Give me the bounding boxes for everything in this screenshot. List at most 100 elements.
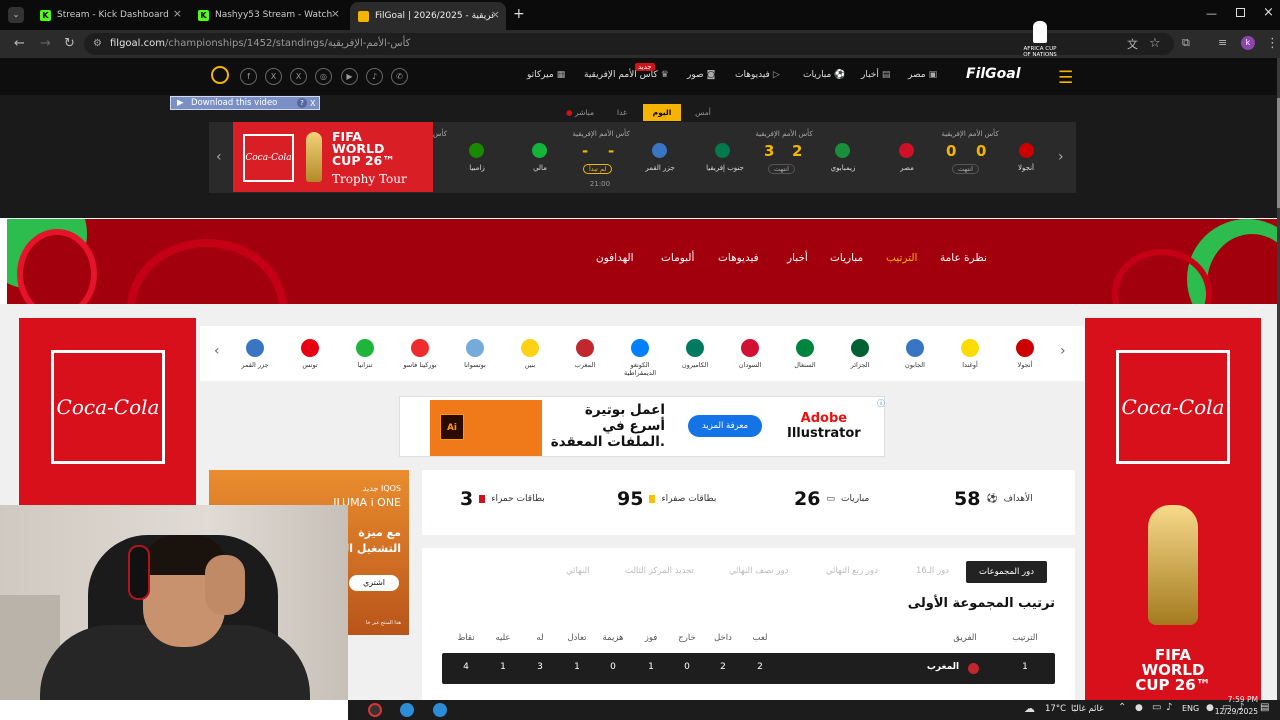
nav-matches[interactable]: مباريات ⚽ <box>803 70 846 80</box>
url-field[interactable]: ⚙ filgoal.com/championships/1452/standin… <box>84 33 1174 55</box>
team-name: تونس <box>302 361 318 369</box>
facebook-icon[interactable]: f <box>240 68 257 85</box>
tab-stream[interactable]: K Nashyy53 Stream - Watch Live × <box>190 4 346 26</box>
nav-news[interactable]: أخبار ▤ <box>861 70 890 80</box>
network-icon[interactable]: ▭ <box>1152 702 1161 713</box>
tab-tomorrow[interactable]: غدا <box>603 104 641 121</box>
tab-list-icon[interactable]: ⌄ <box>8 7 24 23</box>
app-icon[interactable] <box>400 703 414 717</box>
app-icon[interactable] <box>368 703 382 717</box>
chevron-right-icon[interactable]: › <box>1058 149 1064 165</box>
download-video-button[interactable]: ▶ Download this video ? X <box>170 96 320 110</box>
nav-mercato[interactable]: ميركاتو ▦ <box>527 70 565 80</box>
tiktok-icon[interactable]: ♪ <box>366 68 383 85</box>
chevron-left-icon[interactable]: ‹ <box>214 343 220 359</box>
team-item[interactable]: الكونغو الديمقراطية <box>615 339 665 377</box>
nav-egypt[interactable]: مصر ▣ <box>908 70 937 80</box>
team-item[interactable]: تنزانيا <box>340 339 390 369</box>
clock-time[interactable]: 7:59 PM <box>1203 695 1258 704</box>
table-row[interactable]: 1 المغرب 2 2 0 1 0 1 3 1 4 <box>442 653 1055 684</box>
filgoal-logo[interactable]: FilGoal <box>966 66 1021 82</box>
notifications-icon[interactable]: ▤ <box>1260 702 1269 713</box>
profile-avatar[interactable]: k <box>1241 36 1255 50</box>
chevron-right-icon[interactable]: › <box>1060 343 1066 359</box>
extensions-icon[interactable]: ⧉ <box>1182 36 1190 50</box>
x-icon[interactable]: X <box>290 68 307 85</box>
nav-videos[interactable]: فيديوهات ▷ <box>735 70 780 80</box>
tab-live[interactable]: ● مباشر <box>560 104 600 121</box>
team-item[interactable]: بنين <box>505 339 555 369</box>
forward-icon[interactable]: → <box>40 36 51 51</box>
ad-info-icon[interactable]: ⓘ <box>877 398 885 409</box>
round-semi[interactable]: دور نصف النهائي <box>729 566 788 576</box>
round-group-stage[interactable]: دور المجموعات <box>966 561 1048 583</box>
x-icon[interactable]: X <box>265 68 282 85</box>
close-icon[interactable]: × <box>173 7 182 20</box>
site-info-icon[interactable]: ⚙ <box>93 33 102 55</box>
minimize-icon[interactable]: — <box>1206 7 1217 20</box>
section-albums[interactable]: ألبومات <box>661 252 694 264</box>
trophy-tour-ad[interactable]: Coca-Cola FIFA WORLD CUP 26™ Trophy Tour <box>233 122 433 192</box>
section-videos[interactable]: فيديوهات <box>718 252 759 264</box>
section-matches[interactable]: مباريات <box>830 252 863 264</box>
clock-date[interactable]: 12/29/2025 <box>1203 707 1258 716</box>
volume-icon[interactable]: ♪ <box>1166 702 1172 713</box>
team-item[interactable]: بوتسوانا <box>450 339 500 369</box>
team-item[interactable]: السودان <box>725 339 775 369</box>
close-icon[interactable]: X <box>310 98 315 110</box>
new-tab-icon[interactable]: + <box>513 6 525 22</box>
team-item[interactable]: تونس <box>285 339 335 369</box>
bookmark-star-icon[interactable]: ☆ <box>1149 36 1161 51</box>
back-icon[interactable]: ← <box>14 36 25 51</box>
round-third-place[interactable]: تحديد المركز الثالث <box>625 566 694 576</box>
help-icon[interactable]: ? <box>297 98 307 108</box>
nav-afcon[interactable]: كأس الأمم الإفريقية ♛ <box>584 70 669 80</box>
weather-icon[interactable]: ☁ <box>1024 702 1035 715</box>
media-icon[interactable]: ≡ <box>1218 36 1227 49</box>
translate-icon[interactable]: 文 <box>1127 36 1138 52</box>
round-quarter[interactable]: دور ربع النهائي <box>826 566 878 576</box>
youtube-icon[interactable]: ▶ <box>341 68 358 85</box>
tab-yesterday[interactable]: أمس <box>684 104 722 121</box>
search-icon[interactable] <box>211 66 229 84</box>
afcon-logo[interactable]: AFRICA CUP OF NATIONS <box>1023 21 1057 58</box>
section-overview[interactable]: نظرة عامة <box>940 252 987 264</box>
section-scorers[interactable]: الهدافون <box>596 252 634 264</box>
right-world-cup-ad[interactable]: Coca-Cola FIFA WORLD CUP 26™ <box>1085 318 1261 700</box>
learn-more-button[interactable]: معرفة المزيد <box>688 415 762 437</box>
adobe-illustrator-ad[interactable]: Ai اعمل بوتيرة أسرع في الملفات المعقدة. … <box>399 396 885 457</box>
close-icon[interactable]: × <box>491 8 500 21</box>
team-item[interactable]: بوركينا فاسو <box>395 339 445 369</box>
section-news[interactable]: أخبار <box>787 252 808 264</box>
tab-today[interactable]: اليوم <box>643 104 681 121</box>
team-item[interactable]: السنغال <box>780 339 830 369</box>
instagram-icon[interactable]: ◎ <box>315 68 332 85</box>
reload-icon[interactable]: ↻ <box>64 36 75 51</box>
tab-filgoal[interactable]: FilGoal | 2026/2025 - كأس الأمم الإفريقي… <box>350 2 506 30</box>
app-icon[interactable] <box>433 703 447 717</box>
close-icon[interactable]: × <box>331 7 340 20</box>
team-item[interactable]: أنجولا <box>1000 339 1050 369</box>
maximize-icon[interactable] <box>1236 8 1245 17</box>
nav-photos[interactable]: صور ◙ <box>687 70 715 80</box>
team-item[interactable]: الكاميرون <box>670 339 720 369</box>
menu-icon[interactable]: ⋮ <box>1266 36 1279 51</box>
team-item[interactable]: جزر القمر <box>230 339 280 369</box>
close-window-icon[interactable]: × <box>1263 5 1274 20</box>
team-item[interactable]: المغرب <box>560 339 610 369</box>
tab-kick-dashboard[interactable]: K Stream - Kick Dashboard × <box>32 4 188 26</box>
team-item[interactable]: الجزائر <box>835 339 885 369</box>
buy-button[interactable]: اشتري <box>349 575 399 591</box>
team-item[interactable]: الجابون <box>890 339 940 369</box>
chevron-left-icon[interactable]: ‹ <box>216 149 222 165</box>
language-indicator[interactable]: ENG <box>1182 704 1199 713</box>
round-16[interactable]: دور الـ16 <box>916 566 949 576</box>
section-standings[interactable]: الترتيب <box>886 252 917 264</box>
round-final[interactable]: النهائي <box>566 566 589 576</box>
hamburger-icon[interactable]: ☰ <box>1058 68 1073 88</box>
col-draw: تعادل <box>567 633 587 643</box>
whatsapp-icon[interactable]: ✆ <box>391 68 408 85</box>
mic-icon[interactable]: ● <box>1135 703 1143 713</box>
team-item[interactable]: أوغندا <box>945 339 995 369</box>
tray-chevron-icon[interactable]: ⌃ <box>1118 702 1126 713</box>
